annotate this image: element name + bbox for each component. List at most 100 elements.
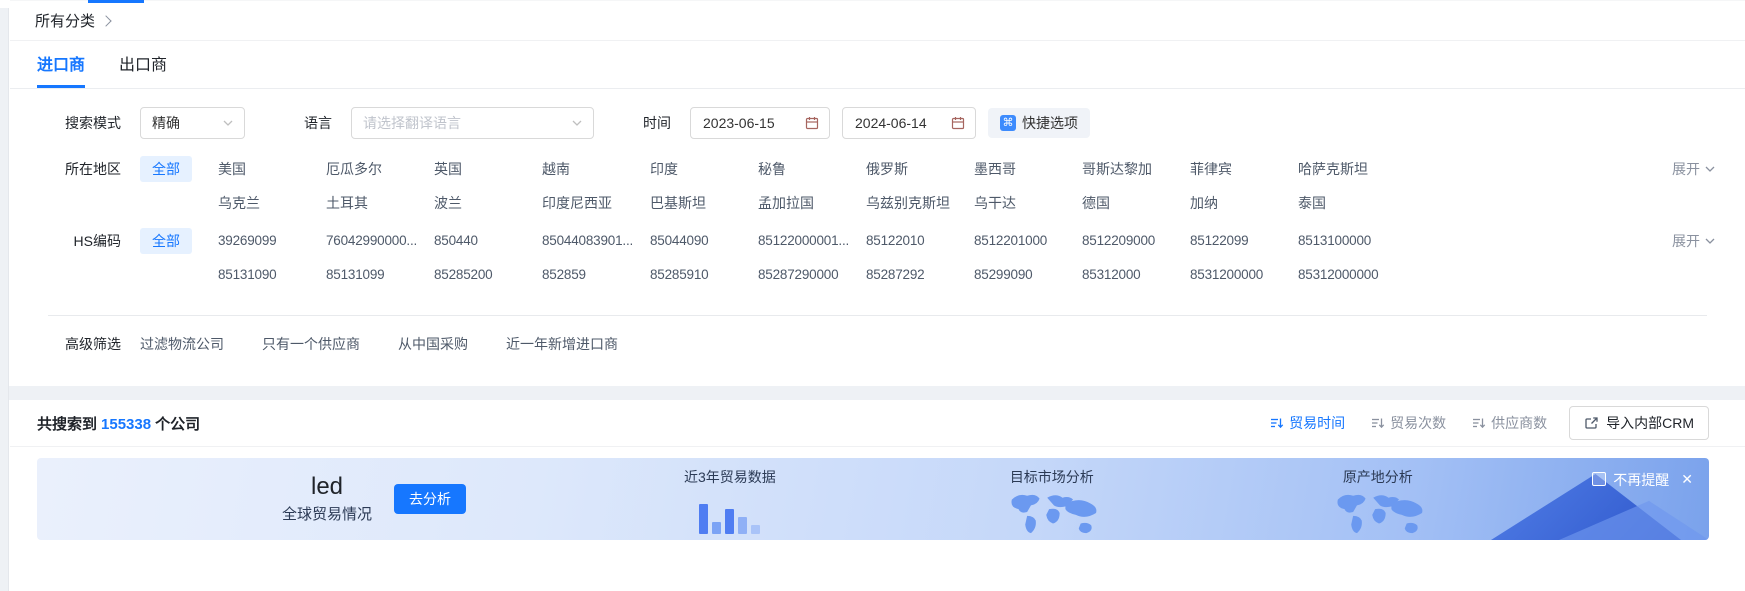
hs-code-list-row1: 3926909976042990000...85044085044083901.… bbox=[218, 227, 1406, 255]
hs-code-option[interactable]: 85122000001... bbox=[758, 227, 866, 255]
search-keyword: led bbox=[311, 474, 343, 500]
region-option[interactable]: 哈萨克斯坦 bbox=[1298, 155, 1406, 183]
region-option[interactable]: 菲律宾 bbox=[1190, 155, 1298, 183]
search-mode-row: 搜索模式 精确 语言 请选择翻译语言 时间 2023-06-15 2024-06… bbox=[10, 107, 1745, 139]
region-option[interactable]: 孟加拉国 bbox=[758, 189, 866, 217]
region-option[interactable]: 厄瓜多尔 bbox=[326, 155, 434, 183]
hs-code-option[interactable]: 85299090 bbox=[974, 261, 1082, 289]
hs-code-option[interactable]: 85285200 bbox=[434, 261, 542, 289]
bar-chart-icon bbox=[699, 492, 760, 534]
hs-code-option[interactable]: 85285910 bbox=[650, 261, 758, 289]
sort-options: 贸易时间 贸易次数 供应商数 bbox=[1270, 413, 1547, 433]
origin-analysis-section[interactable]: 原产地分析 bbox=[1330, 458, 1426, 540]
breadcrumb[interactable]: 所有分类 bbox=[10, 0, 1745, 40]
analyze-button[interactable]: 去分析 bbox=[394, 484, 466, 514]
importer-exporter-tabs: 进口商出口商 bbox=[10, 40, 1745, 89]
start-date-value: 2023-06-15 bbox=[703, 115, 775, 131]
hs-code-option[interactable]: 850440 bbox=[434, 227, 542, 255]
region-option[interactable]: 越南 bbox=[542, 155, 650, 183]
start-date-input[interactable]: 2023-06-15 bbox=[690, 107, 830, 139]
region-option[interactable]: 波兰 bbox=[434, 189, 542, 217]
region-option[interactable]: 印度 bbox=[650, 155, 758, 183]
hs-code-option[interactable]: 85312000000 bbox=[1298, 261, 1406, 289]
region-option[interactable]: 泰国 bbox=[1298, 189, 1406, 217]
hs-code-option[interactable]: 8513100000 bbox=[1298, 227, 1406, 255]
origin-analysis-title: 原产地分析 bbox=[1343, 467, 1413, 487]
end-date-input[interactable]: 2024-06-14 bbox=[842, 107, 976, 139]
hs-code-option[interactable]: 85287292 bbox=[866, 261, 974, 289]
hs-code-option[interactable]: 85312000 bbox=[1082, 261, 1190, 289]
hs-code-option[interactable]: 85122010 bbox=[866, 227, 974, 255]
hs-code-option[interactable]: 8512209000 bbox=[1082, 227, 1190, 255]
region-option[interactable]: 乌克兰 bbox=[218, 189, 326, 217]
hs-code-label: HS编码 bbox=[56, 227, 121, 255]
region-option[interactable]: 墨西哥 bbox=[974, 155, 1082, 183]
hs-code-option[interactable]: 85287290000 bbox=[758, 261, 866, 289]
quick-options-label: 快捷选项 bbox=[1022, 113, 1078, 133]
summary-suffix: 个公司 bbox=[155, 416, 200, 433]
region-option[interactable]: 印度尼西亚 bbox=[542, 189, 650, 217]
region-option[interactable]: 乌干达 bbox=[974, 189, 1082, 217]
hs-code-option[interactable]: 85122099 bbox=[1190, 227, 1298, 255]
region-option[interactable]: 美国 bbox=[218, 155, 326, 183]
breadcrumb-label[interactable]: 所有分类 bbox=[35, 10, 95, 31]
hs-code-option[interactable]: 85131090 bbox=[218, 261, 326, 289]
import-crm-button[interactable]: 导入内部CRM bbox=[1569, 406, 1709, 440]
region-option[interactable]: 俄罗斯 bbox=[866, 155, 974, 183]
sort-icon bbox=[1472, 416, 1486, 430]
region-option[interactable]: 英国 bbox=[434, 155, 542, 183]
bar bbox=[712, 522, 721, 534]
sort-option[interactable]: 贸易次数 bbox=[1371, 413, 1446, 433]
region-filter-row: 所在地区 全部 美国厄瓜多尔英国越南印度秘鲁俄罗斯墨西哥哥斯达黎加菲律宾哈萨克斯… bbox=[10, 155, 1745, 217]
advanced-option[interactable]: 从中国采购 bbox=[398, 334, 468, 354]
quick-options-button[interactable]: ⌘ 快捷选项 bbox=[988, 108, 1090, 138]
hs-code-option[interactable]: 85044083901... bbox=[542, 227, 650, 255]
tab[interactable]: 出口商 bbox=[119, 41, 167, 88]
bar bbox=[751, 525, 760, 534]
search-mode-value: 精确 bbox=[152, 113, 180, 133]
advanced-option[interactable]: 近一年新增进口商 bbox=[506, 334, 618, 354]
dont-remind-label: 不再提醒 bbox=[1613, 470, 1669, 490]
expand-label: 展开 bbox=[1672, 155, 1700, 183]
region-option[interactable]: 哥斯达黎加 bbox=[1082, 155, 1190, 183]
region-option[interactable]: 乌兹别克斯坦 bbox=[866, 189, 974, 217]
region-option[interactable]: 加纳 bbox=[1190, 189, 1298, 217]
region-expand-link[interactable]: 展开 bbox=[1672, 155, 1745, 183]
results-card: 共搜索到155338个公司 贸易时间 贸易次数 供应商数 导入内部CRM bbox=[10, 400, 1745, 540]
dismiss-controls: 不再提醒 ✕ bbox=[1592, 458, 1693, 540]
advanced-options: 过滤物流公司 只有一个供应商 从中国采购 近一年新增进口商 bbox=[140, 334, 656, 354]
hs-code-option[interactable]: 85131099 bbox=[326, 261, 434, 289]
close-icon[interactable]: ✕ bbox=[1681, 470, 1693, 489]
sort-option[interactable]: 贸易时间 bbox=[1270, 413, 1345, 433]
chevron-down-icon bbox=[1705, 166, 1715, 172]
hs-all-tag[interactable]: 全部 bbox=[140, 228, 192, 254]
search-mode-select[interactable]: 精确 bbox=[140, 107, 245, 139]
hs-expand-link[interactable]: 展开 bbox=[1672, 227, 1745, 255]
chevron-down-icon bbox=[1705, 238, 1715, 244]
region-all-tag[interactable]: 全部 bbox=[140, 156, 192, 182]
dont-remind-checkbox[interactable] bbox=[1592, 472, 1606, 486]
region-option[interactable]: 秘鲁 bbox=[758, 155, 866, 183]
sort-icon bbox=[1371, 416, 1385, 430]
tab[interactable]: 进口商 bbox=[37, 41, 85, 88]
world-map-icon bbox=[1004, 491, 1100, 535]
active-top-tab-indicator bbox=[88, 0, 144, 3]
language-placeholder: 请选择翻译语言 bbox=[363, 113, 461, 133]
region-option[interactable]: 土耳其 bbox=[326, 189, 434, 217]
advanced-option[interactable]: 过滤物流公司 bbox=[140, 334, 224, 354]
hs-code-option[interactable]: 8531200000 bbox=[1190, 261, 1298, 289]
hs-code-option[interactable]: 852859 bbox=[542, 261, 650, 289]
hs-code-option[interactable]: 85044090 bbox=[650, 227, 758, 255]
hs-code-option[interactable]: 8512201000 bbox=[974, 227, 1082, 255]
language-select[interactable]: 请选择翻译语言 bbox=[351, 107, 594, 139]
region-option[interactable]: 德国 bbox=[1082, 189, 1190, 217]
trade-data-section[interactable]: 近3年贸易数据 bbox=[684, 458, 776, 540]
keyword-block: led 全球贸易情况 bbox=[282, 458, 372, 540]
target-market-section[interactable]: 目标市场分析 bbox=[1004, 458, 1100, 540]
advanced-option[interactable]: 只有一个供应商 bbox=[262, 334, 360, 354]
region-option[interactable]: 巴基斯坦 bbox=[650, 189, 758, 217]
hs-code-option[interactable]: 39269099 bbox=[218, 227, 326, 255]
sort-option[interactable]: 供应商数 bbox=[1472, 413, 1547, 433]
results-count[interactable]: 155338 bbox=[101, 416, 151, 433]
hs-code-option[interactable]: 76042990000... bbox=[326, 227, 434, 255]
